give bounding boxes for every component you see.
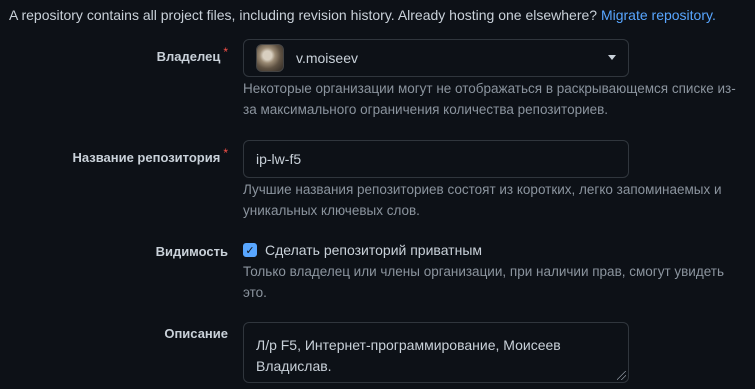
owner-hint: Некоторые организации могут не отображат… [243, 81, 736, 117]
avatar [256, 44, 284, 72]
intro-sentence: A repository contains all project files,… [9, 7, 598, 23]
owner-label-text: Владелец [156, 49, 221, 64]
description-label: Описание [164, 326, 228, 341]
owner-name: v.moiseev [296, 50, 358, 66]
required-mark: * [223, 146, 228, 160]
repo-name-input[interactable]: ip-lw-f5 [243, 140, 629, 178]
owner-label: Владелец * [156, 45, 228, 64]
private-checkbox-label[interactable]: Сделать репозиторий приватным [265, 242, 482, 258]
migrate-repository-link[interactable]: Migrate repository. [601, 7, 716, 23]
repo-name-label-text: Название репозитория [72, 150, 221, 165]
description-value: Л/р F5, Интернет-программирование, Моисе… [256, 337, 561, 374]
visibility-hint: Только владелец или члены организации, п… [243, 264, 725, 300]
repo-name-hint: Лучшие названия репозиториев состоят из … [243, 182, 722, 218]
owner-select[interactable]: v.moiseev [243, 39, 629, 77]
intro-text: A repository contains all project files,… [9, 7, 716, 23]
description-label-text: Описание [164, 326, 228, 341]
resize-handle-icon[interactable] [617, 371, 626, 380]
visibility-label: Видимость [156, 244, 228, 259]
repo-name-value: ip-lw-f5 [256, 151, 302, 167]
repo-name-label: Название репозитория * [72, 146, 228, 165]
required-mark: * [223, 45, 228, 59]
description-textarea[interactable]: Л/р F5, Интернет-программирование, Моисе… [243, 322, 629, 383]
private-checkbox-row[interactable]: ✓ Сделать репозиторий приватным [243, 242, 482, 258]
private-checkbox[interactable]: ✓ [243, 243, 257, 257]
chevron-down-icon [608, 55, 616, 60]
visibility-label-text: Видимость [155, 244, 228, 259]
